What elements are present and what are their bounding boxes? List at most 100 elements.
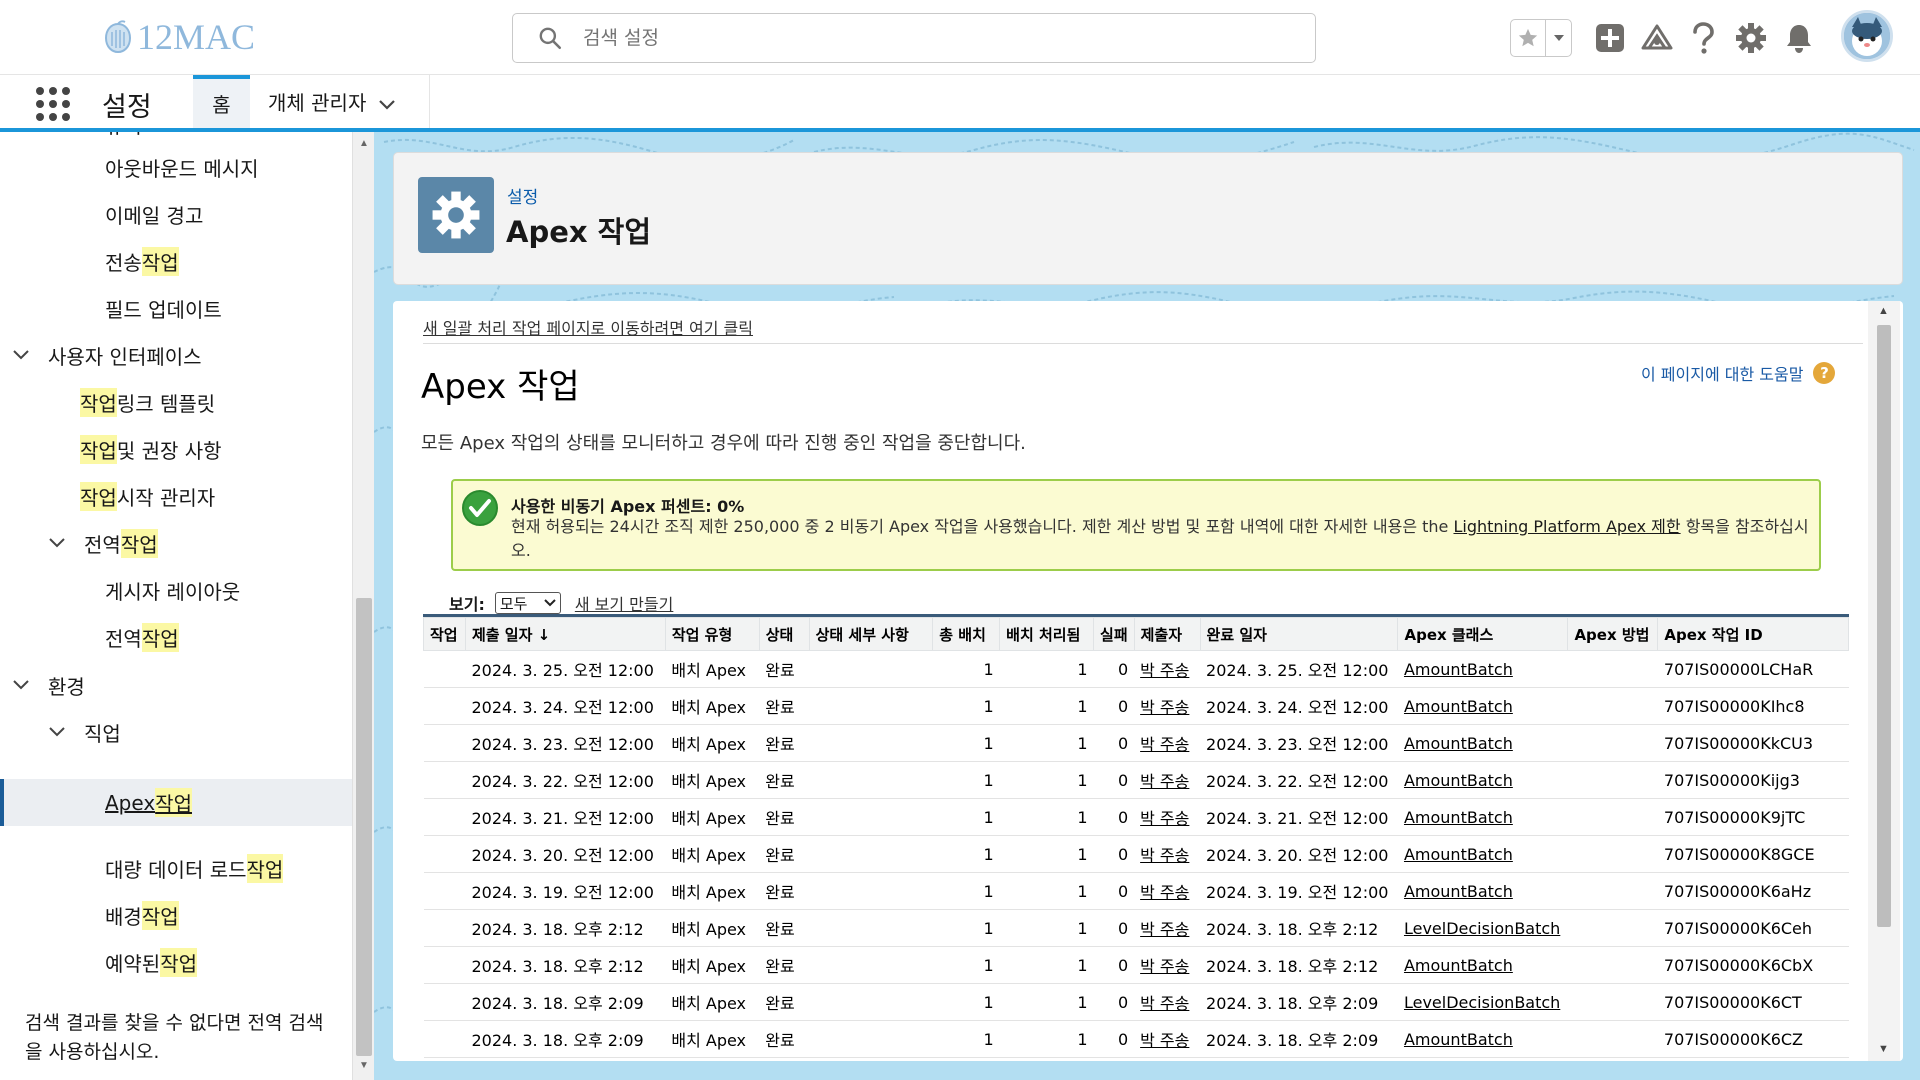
cell-apex-job-id: 707IS00000KIhc8 bbox=[1657, 687, 1849, 725]
setup-button[interactable] bbox=[1733, 20, 1769, 56]
cell-action bbox=[423, 761, 466, 799]
sidebar-scroll-thumb[interactable] bbox=[356, 598, 372, 1056]
chevron-down-icon[interactable] bbox=[12, 679, 34, 691]
submitter-link[interactable]: 박 주송 bbox=[1140, 846, 1189, 865]
notifications-button[interactable] bbox=[1781, 20, 1817, 56]
submitter-link[interactable]: 박 주송 bbox=[1140, 1031, 1189, 1050]
sidebar-item-actions-recommendations[interactable]: 작업 및 권장 사항 bbox=[80, 429, 222, 469]
app-launcher-dot bbox=[36, 113, 44, 121]
app-launcher-button[interactable] bbox=[36, 87, 70, 121]
chevron-down-icon[interactable] bbox=[48, 726, 70, 738]
scroll-up-arrow[interactable]: ▲ bbox=[359, 138, 369, 149]
search-input[interactable] bbox=[583, 27, 1283, 49]
global-search[interactable] bbox=[512, 13, 1316, 63]
submitter-link[interactable]: 박 주송 bbox=[1140, 994, 1189, 1013]
cell-submitted-by: 박 주송 bbox=[1134, 798, 1201, 836]
sidebar-scrollbar[interactable]: ▲ ▼ bbox=[352, 132, 374, 1080]
apex-limits-link[interactable]: Lightning Platform Apex 제한 bbox=[1453, 517, 1680, 536]
apex-class-link[interactable]: AmountBatch bbox=[1404, 845, 1513, 864]
favorite-star-button[interactable] bbox=[1511, 20, 1546, 56]
column-header-submitted-by[interactable]: 제출자 bbox=[1133, 617, 1201, 651]
create-view-link[interactable]: 새 보기 만들기 bbox=[575, 591, 674, 615]
column-header-status[interactable]: 상태 bbox=[758, 617, 810, 651]
column-header-job-type[interactable]: 작업 유형 bbox=[664, 617, 760, 651]
sidebar-item-publisher-layouts[interactable]: 게시자 레이아웃 bbox=[105, 570, 240, 610]
column-header-status-detail[interactable]: 상태 세부 사항 bbox=[808, 617, 934, 651]
apex-class-link[interactable]: AmountBatch bbox=[1404, 771, 1513, 790]
async-usage-notice: 사용한 비동기 Apex 퍼센트: 0% 현재 허용되는 24시간 조직 제한 … bbox=[451, 479, 1821, 571]
scroll-down-arrow[interactable]: ▼ bbox=[1878, 1043, 1889, 1055]
sidebar-item-apex-jobs[interactable]: Apex 작업 bbox=[0, 779, 352, 826]
submitter-link[interactable]: 박 주송 bbox=[1140, 920, 1189, 939]
column-header-batches-processed[interactable]: 배치 처리됨 bbox=[999, 617, 1095, 651]
new-batch-jobs-page-link[interactable]: 새 일괄 처리 작업 페이지로 이동하려면 여기 클릭 bbox=[423, 315, 753, 339]
chevron-down-icon[interactable] bbox=[378, 99, 396, 111]
column-header-apex-job-id[interactable]: Apex 작업 ID bbox=[1657, 617, 1849, 651]
submitter-link[interactable]: 박 주송 bbox=[1140, 661, 1189, 680]
sidebar-section-global-actions[interactable]: 전역 작업 bbox=[48, 523, 158, 563]
tab-home[interactable]: 홈 bbox=[193, 75, 250, 128]
apex-class-link[interactable]: AmountBatch bbox=[1404, 956, 1513, 975]
apex-class-link[interactable]: AmountBatch bbox=[1404, 1030, 1513, 1049]
sidebar-item-field-updates[interactable]: 필드 업데이트 bbox=[105, 288, 222, 328]
apex-class-link[interactable]: AmountBatch bbox=[1404, 697, 1513, 716]
favorites-dropdown-button[interactable] bbox=[1546, 20, 1571, 56]
sidebar-item-send-actions[interactable]: 전송 작업 bbox=[105, 241, 179, 281]
org-logo[interactable]: 12MAC bbox=[103, 14, 255, 60]
apex-class-link[interactable]: AmountBatch bbox=[1404, 808, 1513, 827]
view-select[interactable]: 모두 bbox=[494, 592, 561, 614]
column-header-completion-date[interactable]: 완료 일자 bbox=[1199, 617, 1399, 651]
cell-submitted-by: 박 주송 bbox=[1134, 983, 1201, 1021]
sidebar-item-action-launcher[interactable]: 작업 시작 관리자 bbox=[80, 476, 215, 516]
column-header-total-batches[interactable]: 총 배치 bbox=[932, 617, 1001, 651]
content-scroll-thumb[interactable] bbox=[1877, 325, 1891, 927]
trailhead-button[interactable] bbox=[1639, 20, 1675, 56]
submitter-link[interactable]: 박 주송 bbox=[1140, 698, 1189, 717]
apex-class-link[interactable]: LevelDecisionBatch bbox=[1404, 919, 1560, 938]
cell-submitted-date: 2024. 3. 18. 오후 2:12 bbox=[465, 909, 666, 947]
cell-failures: 0 bbox=[1093, 650, 1135, 688]
apex-class-link[interactable]: AmountBatch bbox=[1404, 734, 1513, 753]
page-help-link[interactable]: 이 페이지에 대한 도움말 ? bbox=[1641, 361, 1836, 385]
sidebar-item-rules[interactable]: 규칙 bbox=[105, 132, 142, 144]
chevron-down-icon[interactable] bbox=[12, 349, 34, 361]
cell-apex-class: AmountBatch bbox=[1397, 1020, 1568, 1058]
cell-submitted-date: 2024. 3. 20. 오전 12:00 bbox=[465, 835, 666, 873]
submitter-link[interactable]: 박 주송 bbox=[1140, 772, 1189, 791]
tab-object-manager[interactable]: 개체 관리자 bbox=[250, 75, 430, 128]
scroll-down-arrow[interactable]: ▼ bbox=[359, 1060, 369, 1071]
scroll-up-arrow[interactable]: ▲ bbox=[1878, 305, 1889, 317]
submitter-link[interactable]: 박 주송 bbox=[1140, 735, 1189, 754]
cell-batches-processed: 1 bbox=[999, 687, 1094, 725]
chevron-down-icon[interactable] bbox=[48, 537, 70, 549]
user-avatar[interactable] bbox=[1841, 10, 1893, 62]
sidebar-item-scheduled-jobs[interactable]: 예약된 작업 bbox=[105, 942, 198, 982]
breadcrumb[interactable]: 설정 bbox=[507, 183, 538, 208]
global-actions-button[interactable] bbox=[1592, 20, 1628, 56]
apex-class-link[interactable]: AmountBatch bbox=[1404, 660, 1513, 679]
apex-class-link[interactable]: LevelDecisionBatch bbox=[1404, 993, 1560, 1012]
column-header-apex-method[interactable]: Apex 방법 bbox=[1567, 617, 1659, 651]
apex-class-link[interactable]: AmountBatch bbox=[1404, 882, 1513, 901]
sidebar-item-email-alerts[interactable]: 이메일 경고 bbox=[105, 194, 203, 234]
sidebar-item-outbound-messages[interactable]: 아웃바운드 메시지 bbox=[105, 147, 259, 187]
column-header-apex-class[interactable]: Apex 클래스 bbox=[1397, 617, 1569, 651]
column-header-failures[interactable]: 실패 bbox=[1093, 617, 1135, 651]
sidebar-section-environments[interactable]: 환경 bbox=[12, 665, 85, 705]
sidebar-section-user-interface[interactable]: 사용자 인터페이스 bbox=[12, 335, 202, 375]
sidebar-item-background-jobs[interactable]: 배경 작업 bbox=[105, 895, 179, 935]
cell-apex-class: AmountBatch bbox=[1397, 835, 1568, 873]
sidebar-item-bulk-data-load-jobs[interactable]: 대량 데이터 로드 작업 bbox=[105, 848, 284, 888]
content-scrollbar[interactable]: ▲ ▼ bbox=[1868, 301, 1900, 1061]
column-header-submitted-date[interactable]: 제출 일자 ↓ bbox=[464, 617, 666, 651]
submitter-link[interactable]: 박 주송 bbox=[1140, 957, 1189, 976]
sidebar-item-action-link-templates[interactable]: 작업 링크 템플릿 bbox=[80, 382, 215, 422]
content-title: Apex 작업 bbox=[421, 367, 580, 407]
sidebar-item-global-actions[interactable]: 전역 작업 bbox=[105, 617, 179, 657]
app-launcher-dot bbox=[62, 87, 70, 95]
sidebar-section-jobs[interactable]: 직업 bbox=[48, 712, 121, 752]
submitter-link[interactable]: 박 주송 bbox=[1140, 809, 1189, 828]
help-button[interactable] bbox=[1685, 20, 1721, 56]
submitter-link[interactable]: 박 주송 bbox=[1140, 883, 1189, 902]
cell-batches-processed: 1 bbox=[999, 909, 1094, 947]
